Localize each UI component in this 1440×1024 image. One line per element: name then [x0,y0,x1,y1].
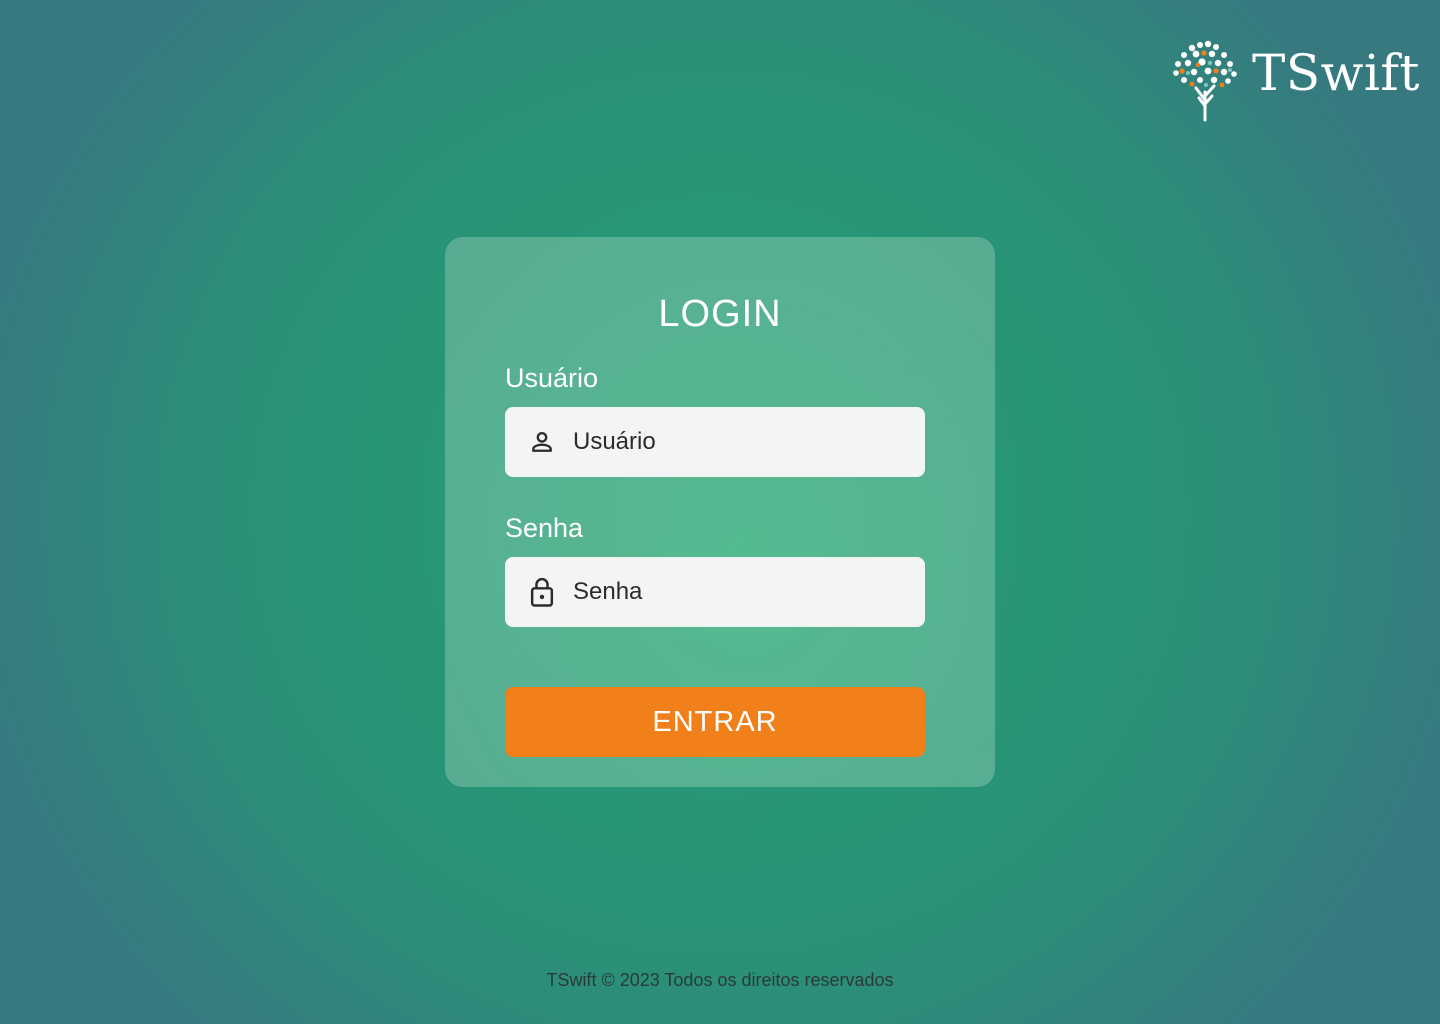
tree-logo-icon [1173,40,1237,122]
username-input[interactable] [573,412,903,472]
login-title: LOGIN [658,293,782,335]
brand-logo: TSwift [1172,40,1420,122]
lock-icon [527,577,557,607]
password-label: Senha [505,513,584,543]
person-icon [527,427,557,457]
brand-name: TSwift [1252,44,1420,102]
password-input[interactable] [573,562,903,622]
submit-button[interactable]: ENTRAR [505,687,925,757]
username-field-container[interactable] [505,407,925,477]
footer-copyright: TSwift © 2023 Todos os direitos reservad… [546,970,894,990]
login-card: LOGIN Usuário Senha ENTRAR [445,237,995,787]
username-label: Usuário [505,363,599,393]
password-field-container[interactable] [505,557,925,627]
